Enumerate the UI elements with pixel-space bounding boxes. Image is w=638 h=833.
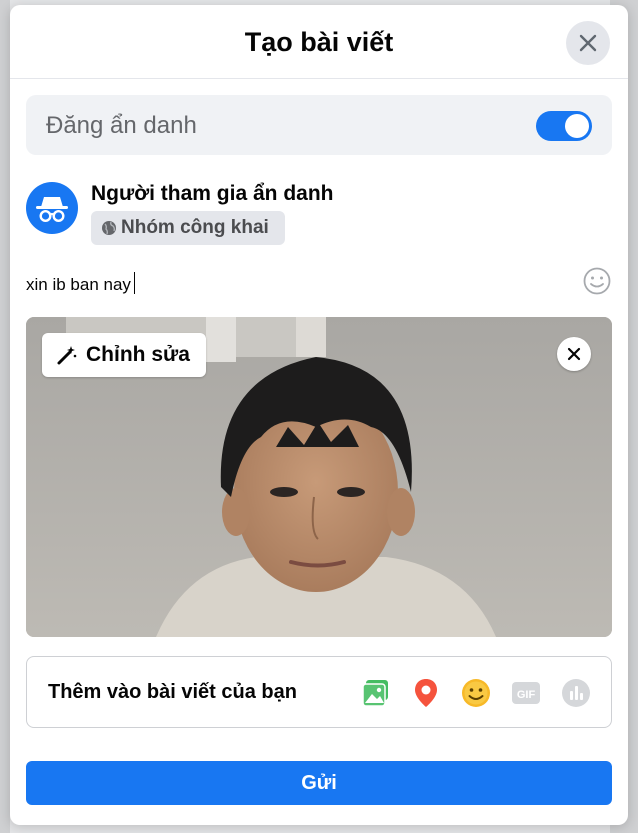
feeling-button[interactable]	[460, 677, 492, 709]
feeling-emoji-icon	[462, 679, 490, 707]
add-to-post-label: Thêm vào bài viết của bạn	[48, 681, 297, 703]
gif-button[interactable]: GIF	[510, 677, 542, 709]
close-button[interactable]	[566, 21, 610, 65]
close-icon	[567, 347, 581, 361]
anonymous-toggle[interactable]	[536, 111, 592, 141]
post-text-input[interactable]: xin ib ban nay	[26, 272, 135, 295]
dialog-header: Tạo bài viết	[10, 5, 628, 79]
svg-text:GIF: GIF	[517, 689, 536, 701]
post-text-value: xin ib ban nay	[26, 275, 131, 294]
text-cursor	[133, 272, 135, 294]
audience-selector[interactable]: Nhóm công khai	[91, 211, 285, 245]
smiley-icon	[583, 267, 611, 295]
edit-photo-label: Chỉnh sửa	[86, 343, 190, 366]
audience-label: Nhóm công khai	[121, 217, 269, 238]
create-post-dialog: Tạo bài viết Đăng ẩn danh Người tham gia…	[10, 5, 628, 825]
gif-icon: GIF	[512, 682, 540, 704]
remove-photo-button[interactable]	[557, 337, 591, 371]
toggle-knob	[565, 114, 589, 138]
avatar	[26, 182, 78, 234]
attached-photo: Chỉnh sửa	[26, 317, 612, 637]
check-in-button[interactable]	[410, 677, 442, 709]
photo-video-icon	[362, 680, 388, 707]
poll-icon	[562, 679, 590, 707]
poll-button[interactable]	[560, 677, 592, 709]
edit-photo-button[interactable]: Chỉnh sửa	[42, 333, 206, 377]
magic-wand-icon	[57, 346, 77, 365]
location-pin-icon	[415, 679, 437, 707]
emoji-picker-button[interactable]	[582, 266, 612, 301]
backdrop-left-edge	[0, 0, 10, 833]
globe-icon	[102, 221, 116, 235]
anonymous-post-row: Đăng ẩn danh	[26, 95, 612, 155]
post-submit-button[interactable]: Gửi	[26, 761, 612, 805]
anonymous-post-label: Đăng ẩn danh	[46, 112, 197, 139]
dialog-title: Tạo bài viết	[244, 27, 394, 57]
author-name: Người tham gia ẩn danh	[91, 182, 334, 205]
close-icon	[579, 34, 597, 52]
add-to-post-bar: Thêm vào bài viết của bạn GIF	[26, 656, 612, 728]
add-photo-button[interactable]	[360, 677, 392, 709]
incognito-icon	[36, 197, 68, 223]
